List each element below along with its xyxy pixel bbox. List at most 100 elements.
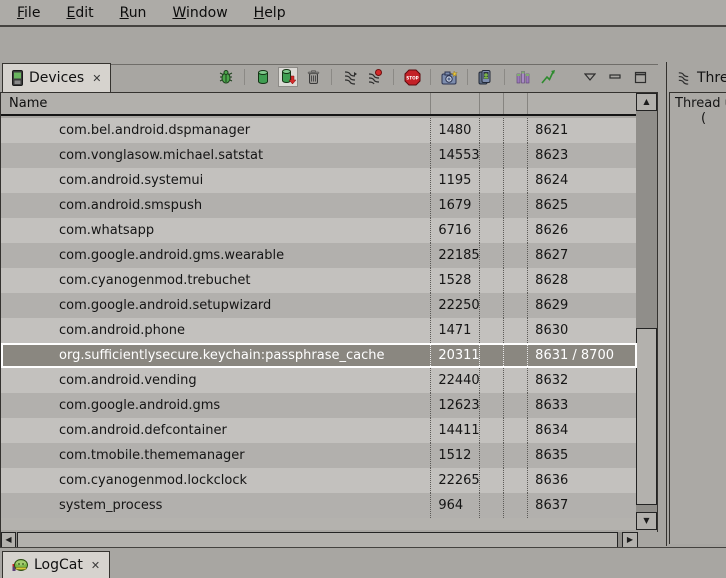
table-row[interactable]: com.whatsapp 6716 8626 bbox=[1, 218, 637, 243]
process-port: 8632 bbox=[527, 368, 637, 393]
column-header-2[interactable] bbox=[480, 93, 504, 114]
process-pid: 14553 bbox=[430, 143, 479, 168]
process-port: 8627 bbox=[527, 243, 637, 268]
dump-hprof-icon[interactable] bbox=[278, 67, 298, 87]
table-row[interactable]: com.android.smspush 1679 8625 bbox=[1, 193, 637, 218]
process-name: com.whatsapp bbox=[1, 218, 430, 243]
devices-tab-row: Devices ✕ bbox=[0, 62, 658, 92]
toolbar-separator bbox=[244, 69, 245, 85]
process-col3 bbox=[479, 118, 503, 143]
process-col3 bbox=[479, 193, 503, 218]
menu-run[interactable]: Run bbox=[107, 1, 160, 25]
menu-file[interactable]: File bbox=[4, 1, 53, 25]
process-col4 bbox=[503, 318, 527, 343]
update-heap-icon[interactable] bbox=[253, 67, 273, 87]
process-col4 bbox=[503, 343, 527, 368]
close-icon[interactable]: ✕ bbox=[91, 559, 100, 572]
devices-table: Name com.bel.android.dspmanager 1480 862… bbox=[0, 92, 658, 547]
table-row[interactable]: com.vonglasow.michael.satstat 14553 8623 bbox=[1, 143, 637, 168]
toolbar-separator bbox=[331, 69, 332, 85]
process-port: 8624 bbox=[527, 168, 637, 193]
process-pid: 1471 bbox=[430, 318, 479, 343]
column-header-port[interactable] bbox=[528, 93, 636, 114]
table-row[interactable]: com.google.android.gms 12623 8633 bbox=[1, 393, 637, 418]
start-method-profiling-icon[interactable] bbox=[365, 67, 385, 87]
horizontal-scroll-thumb[interactable] bbox=[17, 532, 618, 548]
table-row[interactable]: com.cyanogenmod.lockclock 22265 8636 bbox=[1, 468, 637, 493]
toolbar-separator bbox=[393, 69, 394, 85]
process-pid: 14411 bbox=[430, 418, 479, 443]
table-row[interactable]: com.google.android.gms.wearable 22185 86… bbox=[1, 243, 637, 268]
table-row[interactable]: org.sufficientlysecure.keychain:passphra… bbox=[1, 343, 637, 368]
process-col4 bbox=[503, 443, 527, 468]
stop-process-icon[interactable]: STOP bbox=[402, 67, 422, 87]
scroll-right-icon[interactable]: ▶ bbox=[622, 532, 638, 548]
process-port: 8628 bbox=[527, 268, 637, 293]
tab-threads[interactable]: Threads bbox=[670, 63, 726, 92]
process-port: 8623 bbox=[527, 143, 637, 168]
scroll-left-icon[interactable]: ◀ bbox=[1, 532, 16, 548]
horizontal-scrollbar[interactable]: ◀ ▶ bbox=[1, 532, 638, 548]
scroll-down-icon[interactable]: ▼ bbox=[636, 512, 657, 530]
process-name: com.android.systemui bbox=[1, 168, 430, 193]
table-row[interactable]: com.tmobile.thememanager 1512 8635 bbox=[1, 443, 637, 468]
threads-view: Threads Thread up ( bbox=[666, 62, 726, 546]
process-col3 bbox=[479, 268, 503, 293]
menu-help[interactable]: Help bbox=[241, 1, 299, 25]
systrace-icon[interactable] bbox=[538, 67, 558, 87]
process-port: 8626 bbox=[527, 218, 637, 243]
table-row[interactable]: com.android.defcontainer 14411 8634 bbox=[1, 418, 637, 443]
tab-logcat[interactable]: LogCat ✕ bbox=[2, 551, 110, 578]
process-col4 bbox=[503, 468, 527, 493]
table-row[interactable]: system_process 964 8637 bbox=[1, 493, 637, 518]
screen-capture-icon[interactable] bbox=[439, 67, 459, 87]
tab-devices[interactable]: Devices ✕ bbox=[2, 63, 111, 92]
process-name: com.tmobile.thememanager bbox=[1, 443, 430, 468]
process-name: com.android.phone bbox=[1, 318, 430, 343]
devices-view: Devices ✕ bbox=[0, 62, 658, 547]
process-pid: 1679 bbox=[430, 193, 479, 218]
column-header-pid[interactable] bbox=[431, 93, 480, 114]
menu-edit[interactable]: Edit bbox=[53, 1, 106, 25]
table-row[interactable]: com.google.android.setupwizard 22250 862… bbox=[1, 293, 637, 318]
minimize-icon[interactable] bbox=[605, 67, 625, 87]
threads-content: Thread up ( bbox=[669, 92, 726, 544]
maximize-icon[interactable] bbox=[630, 67, 650, 87]
column-header-3[interactable] bbox=[504, 93, 528, 114]
vertical-scrollbar[interactable]: ▲ ▼ bbox=[636, 93, 657, 530]
ddms-window: File Edit Run Window Help Devices ✕ bbox=[0, 0, 726, 577]
table-row[interactable]: com.bel.android.dspmanager 1480 8621 bbox=[1, 118, 637, 143]
process-pid: 1512 bbox=[430, 443, 479, 468]
process-col4 bbox=[503, 418, 527, 443]
table-row[interactable]: com.android.vending 22440 8632 bbox=[1, 368, 637, 393]
dump-view-hierarchy-icon[interactable] bbox=[476, 67, 496, 87]
column-header-name[interactable]: Name bbox=[1, 93, 431, 114]
close-icon[interactable]: ✕ bbox=[92, 72, 101, 85]
process-col4 bbox=[503, 143, 527, 168]
table-header: Name bbox=[1, 93, 637, 116]
start-opengl-trace-icon[interactable] bbox=[513, 67, 533, 87]
process-pid: 1528 bbox=[430, 268, 479, 293]
process-name: com.android.vending bbox=[1, 368, 430, 393]
vertical-scroll-thumb[interactable] bbox=[636, 328, 657, 505]
process-pid: 6716 bbox=[430, 218, 479, 243]
process-port: 8631 / 8700 bbox=[527, 343, 637, 368]
view-menu-icon[interactable] bbox=[580, 67, 600, 87]
process-col3 bbox=[479, 468, 503, 493]
process-port: 8637 bbox=[527, 493, 637, 518]
scroll-up-icon[interactable]: ▲ bbox=[636, 93, 657, 111]
process-port: 8633 bbox=[527, 393, 637, 418]
stop-sign-label: STOP bbox=[406, 75, 419, 80]
menu-window[interactable]: Window bbox=[159, 1, 240, 25]
process-port: 8630 bbox=[527, 318, 637, 343]
table-row[interactable]: com.android.systemui 1195 8624 bbox=[1, 168, 637, 193]
table-row[interactable]: com.android.phone 1471 8630 bbox=[1, 318, 637, 343]
process-pid: 964 bbox=[430, 493, 479, 518]
cause-gc-icon[interactable] bbox=[303, 67, 323, 87]
update-threads-icon[interactable] bbox=[340, 67, 360, 87]
logcat-icon bbox=[12, 558, 28, 572]
process-col4 bbox=[503, 118, 527, 143]
debug-process-icon[interactable] bbox=[216, 67, 236, 87]
table-row[interactable]: com.cyanogenmod.trebuchet 1528 8628 bbox=[1, 268, 637, 293]
threads-icon bbox=[676, 70, 691, 85]
